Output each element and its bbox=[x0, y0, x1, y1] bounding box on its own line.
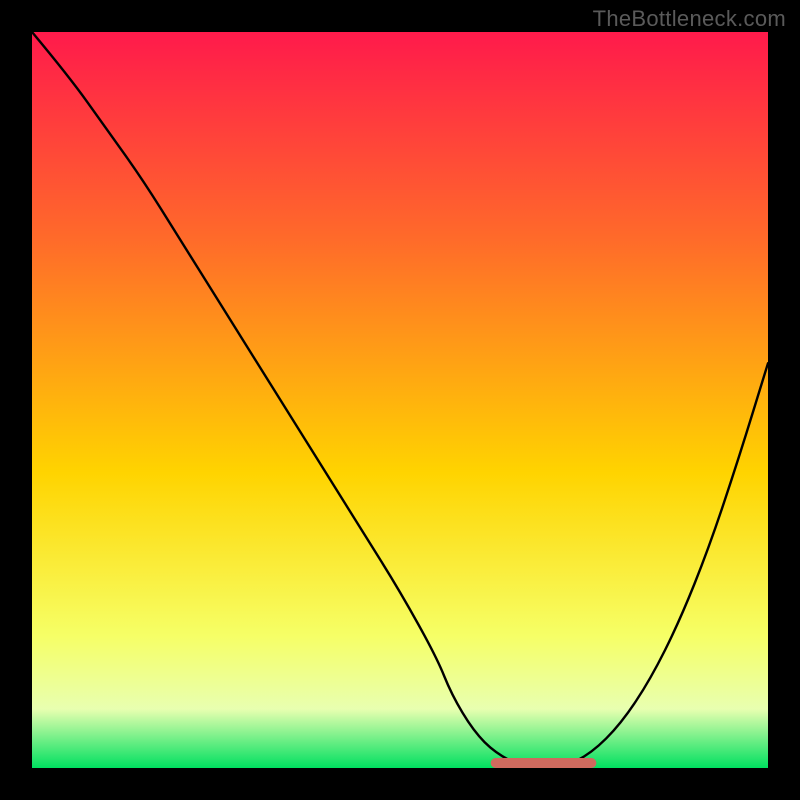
chart-svg bbox=[32, 32, 768, 768]
watermark-text: TheBottleneck.com bbox=[593, 6, 786, 32]
gradient-background bbox=[32, 32, 768, 768]
chart-plot bbox=[32, 32, 768, 768]
chart-stage: TheBottleneck.com bbox=[0, 0, 800, 800]
